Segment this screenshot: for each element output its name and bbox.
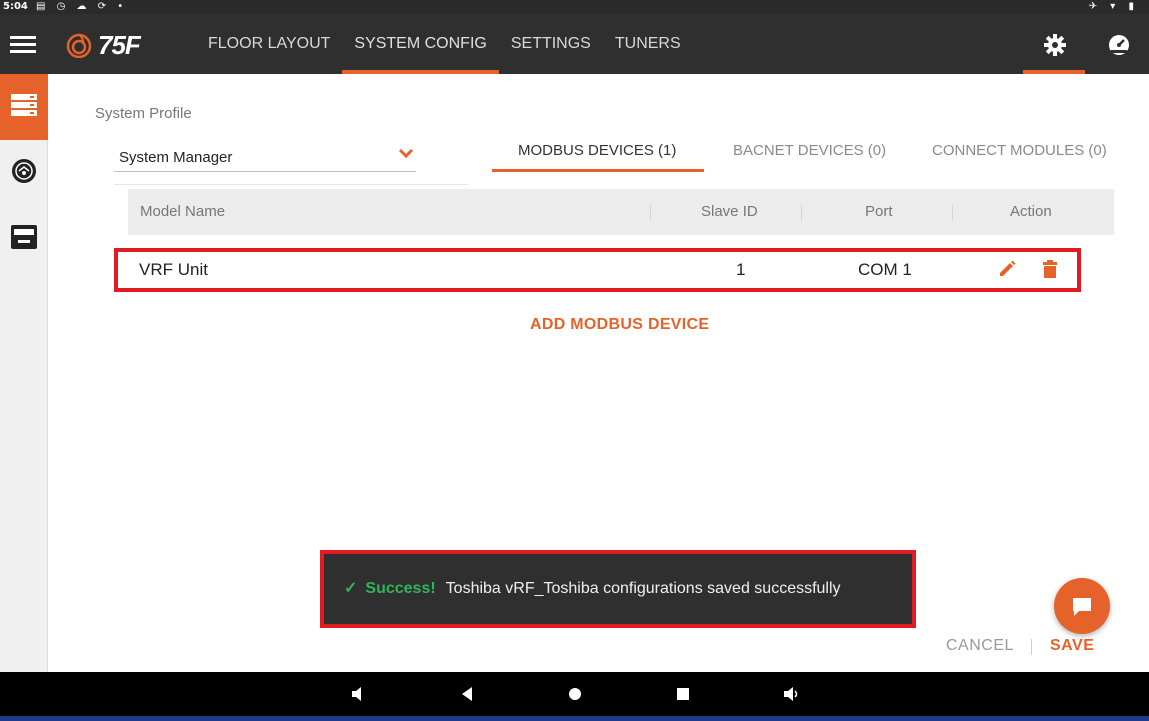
controller-device-icon — [11, 225, 37, 249]
add-modbus-device-button[interactable]: ADD MODBUS DEVICE — [530, 316, 709, 334]
volume-up-icon — [784, 687, 798, 701]
column-separator — [650, 205, 651, 221]
menu-icon[interactable] — [10, 36, 36, 54]
back-button[interactable] — [452, 672, 482, 716]
edit-button[interactable] — [997, 259, 1019, 281]
home-button[interactable] — [560, 672, 590, 716]
trash-icon — [1043, 260, 1057, 278]
chevron-down-icon — [398, 148, 414, 159]
column-port: Port — [865, 203, 893, 220]
tab-modbus-devices[interactable]: MODBUS DEVICES (1) — [492, 130, 704, 172]
app-bar: 75F FLOOR LAYOUT SYSTEM CONFIG SETTINGS … — [0, 14, 1149, 74]
cancel-button[interactable]: CANCEL — [946, 637, 1014, 655]
cell-model-name: VRF Unit — [139, 260, 208, 279]
column-model-name: Model Name — [140, 203, 226, 220]
status-bar: 5:04 ▤ ◷ ☁ ⟳ • ✈ ▾ ▮ — [0, 0, 1149, 14]
pencil-icon — [1000, 260, 1016, 276]
tab-connect-modules[interactable]: CONNECT MODULES (0) — [932, 130, 1107, 172]
settings-button[interactable] — [1023, 14, 1085, 74]
chat-bubble-icon — [1073, 598, 1091, 616]
status-system-icons: ✈ ▾ ▮ — [1088, 1, 1139, 12]
system-config-panel: System Profile System Manager MODBUS DEV… — [48, 74, 1149, 672]
tab-bacnet-devices[interactable]: BACNET DEVICES (0) — [733, 130, 886, 172]
delete-button[interactable] — [1040, 259, 1062, 281]
toast-message: Toshiba vRF_Toshiba configurations saved… — [445, 580, 841, 597]
save-button[interactable]: SAVE — [1050, 637, 1094, 655]
system-nav-bar — [0, 672, 1149, 721]
toast-content: ✓ Success! Toshiba vRF_Toshiba configurati… — [344, 554, 841, 624]
nav-system-config[interactable]: SYSTEM CONFIG — [342, 14, 500, 74]
system-profile-dropdown[interactable]: System Manager — [114, 138, 416, 172]
success-toast: ✓ Success! Toshiba vRF_Toshiba configurati… — [320, 550, 916, 628]
brand-logo: 75F — [66, 29, 141, 60]
rail-item-controller[interactable] — [0, 206, 48, 272]
nav-tuners[interactable]: TUNERS — [603, 14, 693, 74]
nav-settings[interactable]: SETTINGS — [499, 14, 603, 74]
chat-button[interactable] — [1054, 578, 1110, 634]
thermostat-dial-icon — [12, 159, 36, 183]
status-notification-icons: ▤ ◷ ☁ ⟳ • — [36, 1, 128, 12]
flame-logo-icon — [66, 33, 92, 58]
screen-edge — [0, 716, 1149, 721]
status-time: 5:04 — [3, 1, 28, 12]
gear-icon — [1044, 34, 1066, 56]
main-nav: FLOOR LAYOUT SYSTEM CONFIG SETTINGS TUNE… — [196, 14, 693, 74]
side-rail — [0, 74, 48, 672]
home-circle-icon — [569, 688, 581, 700]
cell-slave-id: 1 — [736, 260, 746, 279]
volume-up-button[interactable] — [776, 672, 806, 716]
brand-name: 75F — [98, 29, 141, 60]
nav-floor-layout[interactable]: FLOOR LAYOUT — [196, 14, 342, 74]
footer-divider — [1031, 639, 1032, 655]
rail-item-thermostat[interactable] — [0, 140, 48, 206]
check-icon: ✓ — [344, 580, 358, 597]
system-profile-label: System Profile — [95, 105, 192, 122]
column-slave-id: Slave ID — [701, 203, 758, 220]
rail-item-system-config[interactable] — [0, 74, 48, 140]
table-row[interactable]: VRF Unit 1 COM 1 — [114, 248, 1081, 292]
speedometer-icon — [1109, 35, 1129, 55]
column-separator — [952, 205, 953, 221]
system-profile-value: System Manager — [119, 149, 233, 166]
column-separator — [801, 205, 802, 221]
volume-down-button[interactable] — [344, 672, 374, 716]
dashboard-button[interactable] — [1087, 14, 1149, 74]
back-triangle-icon — [462, 687, 472, 701]
server-stack-icon — [11, 94, 37, 116]
volume-down-icon — [352, 687, 361, 701]
cell-port: COM 1 — [858, 260, 912, 279]
divider — [114, 184, 468, 185]
toast-status: Success! — [365, 580, 436, 597]
column-action: Action — [1010, 203, 1052, 220]
table-header: Model Name Slave ID Port Action — [128, 189, 1114, 235]
recents-button[interactable] — [668, 672, 698, 716]
recents-square-icon — [677, 688, 689, 700]
